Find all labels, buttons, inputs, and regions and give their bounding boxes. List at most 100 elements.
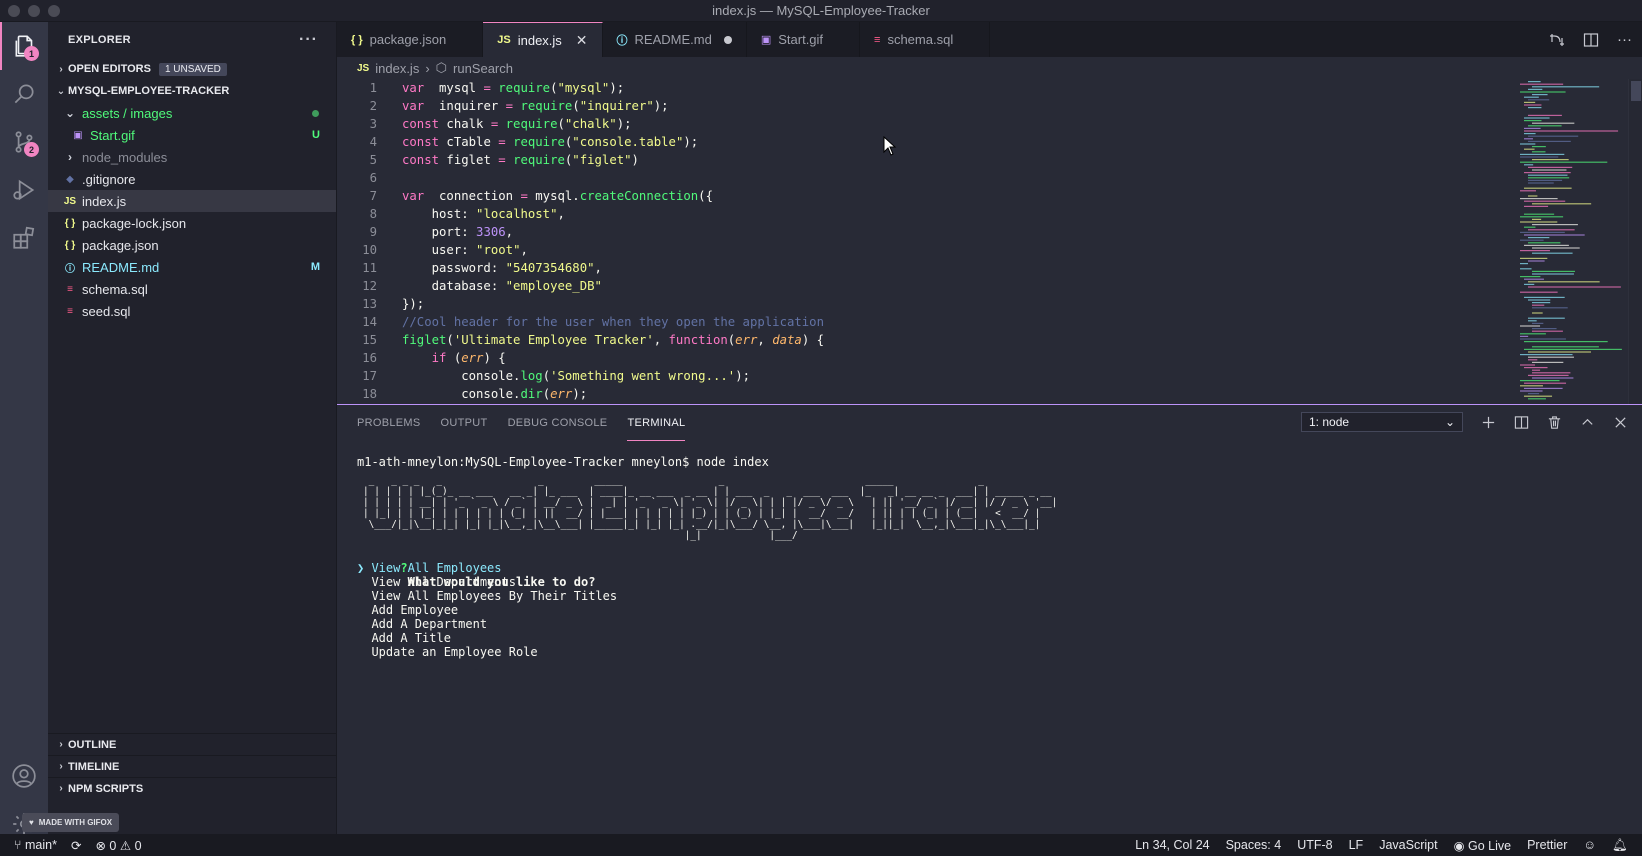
breadcrumb-symbol[interactable]: runSearch: [453, 61, 513, 76]
minimap-line: [1520, 291, 1558, 293]
tree-item[interactable]: { } package-lock.json: [48, 212, 336, 234]
minimap-line: [1524, 226, 1536, 228]
open-editors-section[interactable]: › OPEN EDITORS 1 UNSAVED: [48, 58, 336, 80]
code-token: data: [772, 333, 802, 347]
maximize-panel-icon[interactable]: [1580, 415, 1595, 430]
minimap-line: [1524, 382, 1567, 384]
language-mode[interactable]: JavaScript: [1379, 838, 1437, 852]
timeline-section[interactable]: › TIMELINE: [48, 755, 337, 777]
code-token: (: [550, 81, 558, 95]
npm-scripts-section[interactable]: › NPM SCRIPTS: [48, 777, 337, 799]
encoding[interactable]: UTF-8: [1297, 838, 1332, 852]
tab-output[interactable]: OUTPUT: [441, 405, 488, 441]
minimap[interactable]: [1516, 79, 1626, 404]
tab-terminal[interactable]: TERMINAL: [627, 405, 686, 441]
account-button[interactable]: [0, 752, 48, 800]
code-token: );: [683, 135, 699, 149]
cursor-position[interactable]: Ln 34, Col 24: [1135, 838, 1209, 852]
trash-icon[interactable]: [1547, 415, 1562, 430]
tab-schema-sql[interactable]: ≡ schema.sql: [860, 22, 991, 57]
split-terminal-icon[interactable]: [1514, 415, 1529, 430]
menu-option[interactable]: View All Departments: [357, 575, 1069, 589]
warning-icon: ⚠: [119, 838, 132, 853]
menu-option[interactable]: Update an Employee Role: [357, 645, 1069, 659]
go-live-button[interactable]: ◉ Go Live: [1454, 838, 1512, 853]
line-number: 9: [369, 225, 377, 239]
new-terminal-icon[interactable]: [1481, 415, 1496, 430]
tree-item-label: schema.sql: [82, 281, 148, 297]
minimap-line: [1520, 161, 1608, 163]
tab-label: Start.gif: [778, 32, 824, 47]
tree-item[interactable]: ≡ seed.sql: [48, 300, 336, 322]
tree-item-label: node_modules: [82, 149, 168, 165]
breadcrumb: JS index.js › ⬡ runSearch: [337, 57, 1642, 79]
close-icon[interactable]: ✕: [576, 32, 588, 49]
sync-icon[interactable]: ⟳: [71, 838, 81, 853]
tree-item[interactable]: › node_modules: [48, 146, 336, 168]
unsaved-dot-icon[interactable]: [723, 35, 732, 44]
explorer-activity-button[interactable]: 1: [0, 22, 48, 70]
tree-item[interactable]: ≡ schema.sql: [48, 278, 336, 300]
compare-changes-icon[interactable]: [1549, 32, 1565, 48]
tree-item[interactable]: JS index.js: [48, 190, 336, 212]
project-folder-section[interactable]: ⌄ MYSQL-EMPLOYEE-TRACKER: [48, 80, 336, 102]
tab-readme-md[interactable]: ⓘ README.md: [603, 22, 747, 57]
minimap-line: [1524, 367, 1548, 369]
minimap-line: [1524, 283, 1535, 285]
code-text: console.dir(err);: [402, 387, 587, 401]
breadcrumb-file[interactable]: index.js: [375, 61, 419, 76]
go-live-label: Go Live: [1467, 838, 1512, 853]
split-editor-icon[interactable]: [1583, 32, 1599, 48]
menu-option[interactable]: View All Employees By Their Titles: [357, 589, 1069, 603]
extensions-activity-button[interactable]: [0, 214, 48, 262]
minimize-window-button[interactable]: [28, 5, 40, 17]
run-debug-activity-button[interactable]: [0, 166, 48, 214]
close-panel-icon[interactable]: [1613, 415, 1628, 430]
feedback-icon[interactable]: ☺: [1583, 838, 1596, 852]
tree-item[interactable]: ▣ Start.gif U: [48, 124, 336, 146]
menu-option[interactable]: Add A Title: [357, 631, 1069, 645]
end-of-line[interactable]: LF: [1349, 838, 1364, 852]
tree-item[interactable]: ◆ .gitignore: [48, 168, 336, 190]
bell-icon[interactable]: 🔔︎: [1612, 838, 1628, 853]
editor-scrollbar[interactable]: [1628, 79, 1642, 404]
tree-item[interactable]: { } package.json: [48, 234, 336, 256]
outline-section[interactable]: › OUTLINE: [48, 733, 337, 755]
maximize-window-button[interactable]: [48, 5, 60, 17]
prettier-button[interactable]: Prettier: [1527, 838, 1567, 852]
tab-start-gif[interactable]: ▣ Start.gif: [747, 22, 861, 57]
window-controls[interactable]: [8, 5, 60, 17]
tab-index-js[interactable]: JS index.js ✕: [483, 22, 603, 57]
tree-item[interactable]: ⓘ README.md M: [48, 256, 336, 278]
close-window-button[interactable]: [8, 5, 20, 17]
minimap-line: [1520, 239, 1544, 241]
tab-problems[interactable]: PROBLEMS: [357, 405, 421, 441]
code-token: );: [572, 387, 588, 401]
code-editor[interactable]: 1 var mysql = require("mysql"); 2 var inqui…: [337, 79, 1642, 404]
source-control-activity-button[interactable]: 2: [0, 118, 48, 166]
more-actions-icon[interactable]: ···: [299, 31, 318, 49]
tree-item[interactable]: ⌄ assets / images: [48, 102, 336, 124]
terminal[interactable]: m1-ath-mneylon:MySQL-Employee-Tracker mn…: [357, 455, 1069, 659]
code-text: database: "employee_DB": [402, 279, 602, 293]
explorer-header: EXPLORER ···: [48, 22, 336, 58]
tab-package-json[interactable]: { } package.json: [337, 22, 484, 57]
tab-label: README.md: [634, 32, 712, 47]
minimap-line: [1528, 174, 1568, 176]
problems-status[interactable]: ⊗ 0 ⚠ 0: [95, 838, 141, 853]
menu-option[interactable]: Add A Department: [357, 617, 1069, 631]
menu-option[interactable]: Add Employee: [357, 603, 1069, 617]
code-line: 3 const chalk = require("chalk");: [337, 115, 1642, 133]
code-token: const: [402, 117, 447, 131]
json-icon: { }: [64, 217, 76, 229]
menu-option[interactable]: ❯ View All Employees: [357, 561, 1069, 575]
minimap-line: [1524, 187, 1572, 189]
branch-status[interactable]: ⑂ main*: [14, 838, 57, 852]
indentation[interactable]: Spaces: 4: [1226, 838, 1282, 852]
terminal-select[interactable]: 1: node ⌄: [1301, 412, 1463, 432]
tab-debug-console[interactable]: DEBUG CONSOLE: [508, 405, 608, 441]
search-activity-button[interactable]: [0, 70, 48, 118]
menu-option-label: View All Employees: [371, 561, 502, 575]
more-actions-icon[interactable]: ···: [1617, 31, 1632, 48]
tab-label: index.js: [517, 32, 562, 48]
